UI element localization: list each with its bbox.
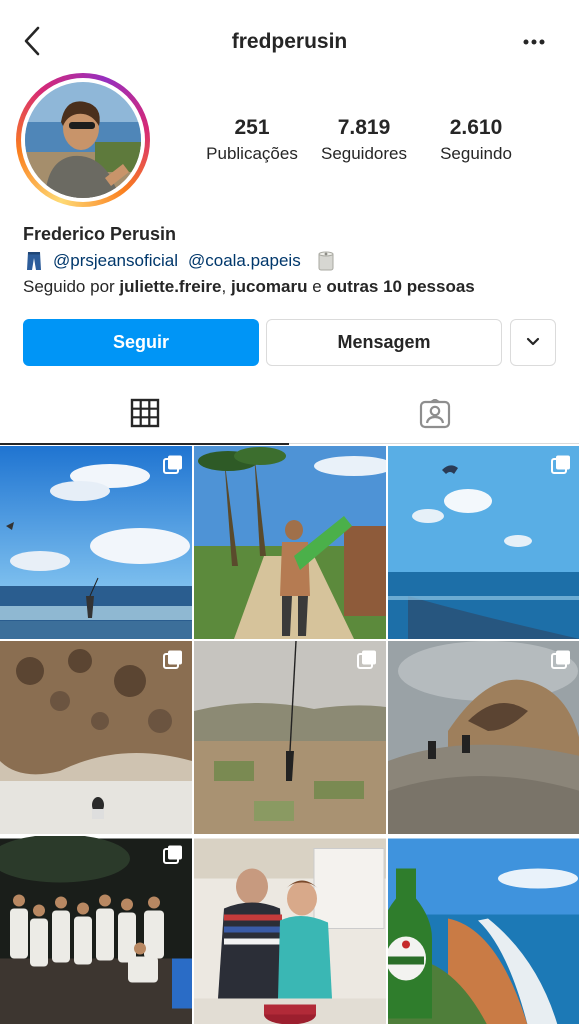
post-tile-8[interactable] <box>194 836 386 1024</box>
carousel-icon <box>550 649 572 671</box>
toilet-paper-emoji-icon <box>315 250 337 272</box>
tab-posts-grid[interactable] <box>0 388 289 445</box>
tab-tagged[interactable] <box>290 388 579 444</box>
more-options-icon[interactable] <box>521 32 549 52</box>
post-tile-6[interactable] <box>388 641 579 834</box>
post-tile-1[interactable] <box>0 446 192 639</box>
carousel-icon <box>550 454 572 476</box>
suggestions-dropdown-button[interactable] <box>510 319 556 366</box>
carousel-icon <box>162 649 184 671</box>
post-tile-4[interactable] <box>0 641 192 834</box>
chevron-down-icon <box>525 332 541 353</box>
avatar <box>25 82 141 198</box>
bio-mention-prsjeans[interactable]: @prsjeansoficial <box>53 251 178 271</box>
post-tile-7[interactable] <box>0 836 192 1024</box>
post-image-couple-cake <box>194 838 386 1024</box>
post-tile-5[interactable] <box>194 641 386 834</box>
stat-followers-label: Seguidores <box>320 144 407 163</box>
carousel-icon <box>162 454 184 476</box>
profile-username: fredperusin <box>231 30 348 53</box>
grid-icon <box>130 398 160 433</box>
followed-by-user-2: jucomaru <box>230 277 308 296</box>
post-tile-3[interactable] <box>388 446 579 639</box>
posts-grid <box>0 446 579 1024</box>
post-tile-2[interactable] <box>194 446 386 639</box>
jeans-emoji-icon <box>23 250 45 272</box>
stat-posts[interactable]: 251 Publicações <box>196 116 308 164</box>
carousel-icon <box>162 844 184 866</box>
followed-by-others: outras 10 pessoas <box>326 277 475 296</box>
followed-by-sep: , <box>221 277 227 296</box>
post-tile-9[interactable] <box>388 836 579 1024</box>
avatar-story-ring[interactable] <box>16 73 150 207</box>
followed-by-user-1: juliette.freire <box>119 277 222 296</box>
message-button[interactable]: Mensagem <box>266 319 502 366</box>
followed-by-and: e <box>312 277 322 296</box>
profile-tabs <box>0 388 579 445</box>
stat-posts-value: 251 <box>234 116 270 139</box>
stat-following-value: 2.610 <box>449 116 503 139</box>
stat-following[interactable]: 2.610 Seguindo <box>426 116 526 164</box>
stat-following-label: Seguindo <box>440 144 512 163</box>
followed-by-prefix: Seguido por <box>23 277 115 296</box>
tagged-person-icon <box>419 397 451 434</box>
bio-links: @prsjeansoficial @coala.papeis <box>23 250 337 272</box>
post-image-sandy-path <box>194 446 386 639</box>
stat-followers[interactable]: 7.819 Seguidores <box>310 116 418 164</box>
followed-by-text[interactable]: Seguido por juliette.freire, jucomaru e … <box>23 277 475 297</box>
stat-followers-value: 7.819 <box>337 116 391 139</box>
carousel-icon <box>356 649 378 671</box>
post-image-beer-coast <box>388 838 579 1024</box>
profile-full-name: Frederico Perusin <box>23 224 177 244</box>
bio-mention-coala[interactable]: @coala.papeis <box>188 251 301 271</box>
follow-button[interactable]: Seguir <box>23 319 259 366</box>
top-bar: fredperusin <box>0 0 579 84</box>
stat-posts-label: Publicações <box>206 144 298 163</box>
